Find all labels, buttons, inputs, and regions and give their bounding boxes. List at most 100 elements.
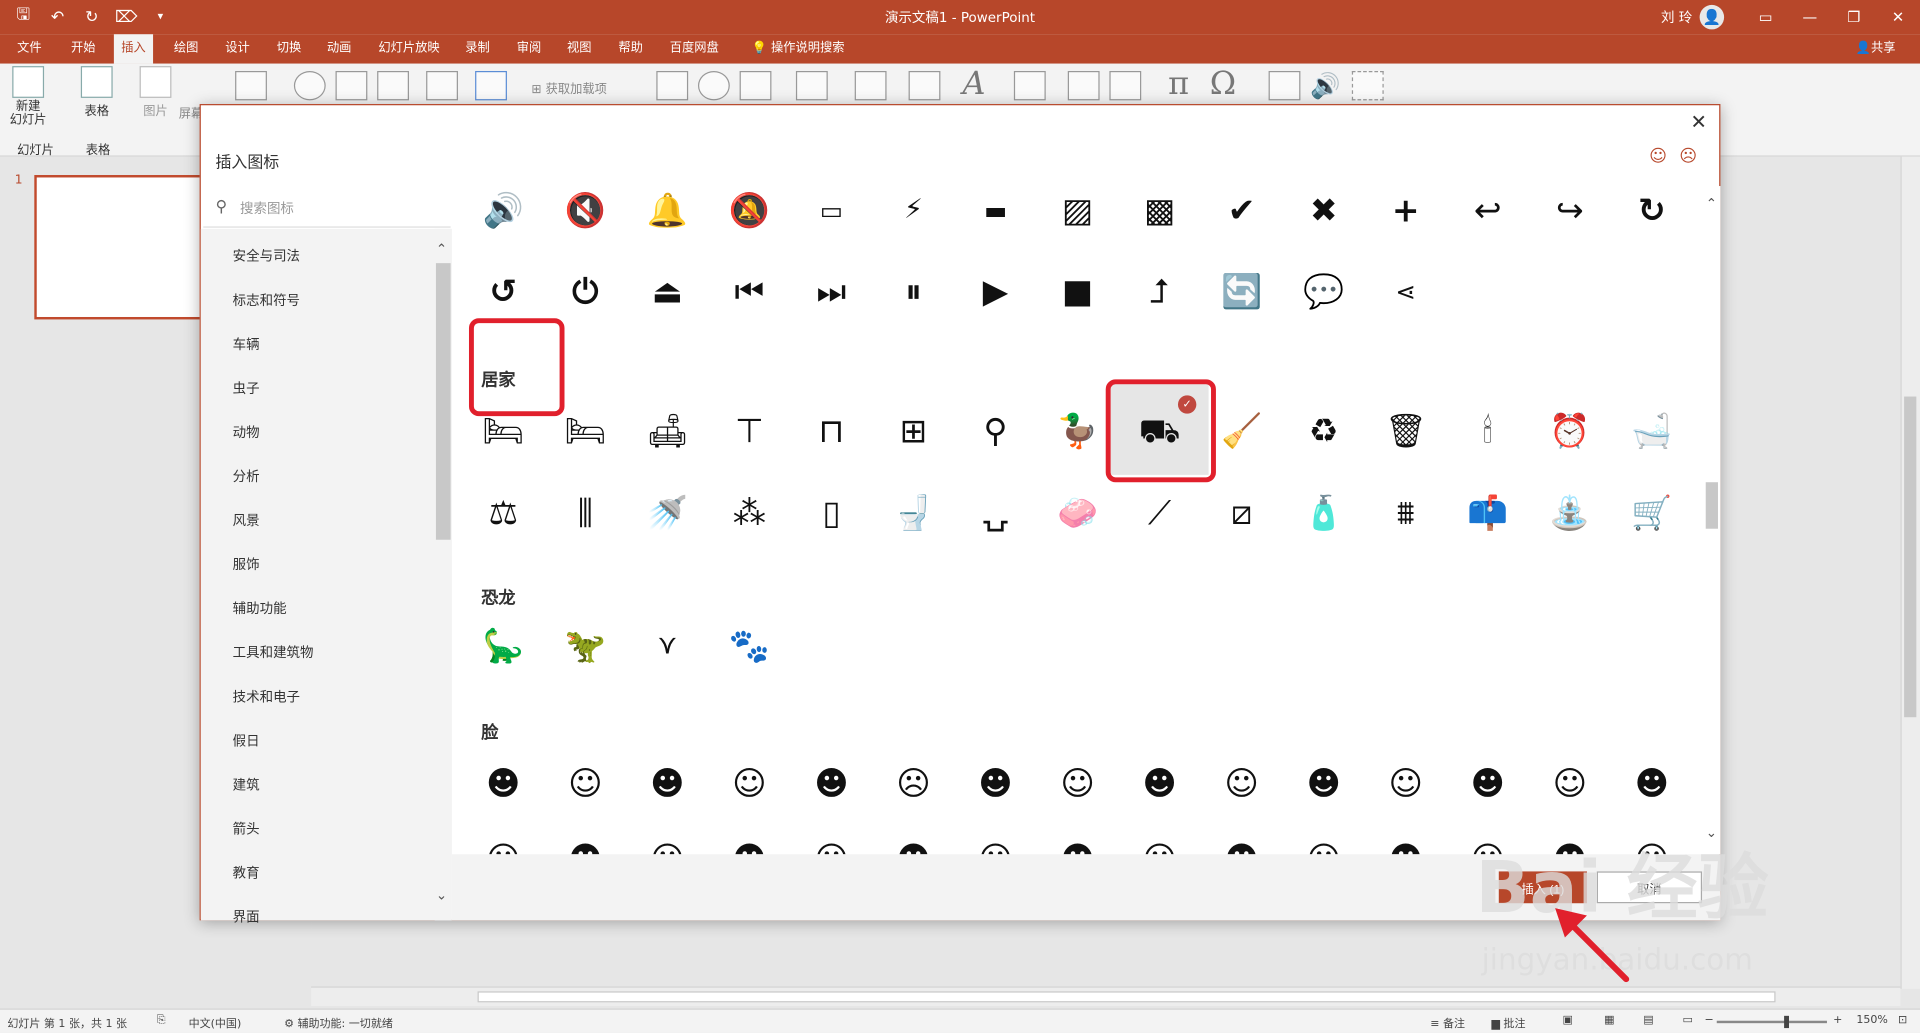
- 3d-models-icon[interactable]: [377, 70, 409, 101]
- user-area[interactable]: 刘 玲 👤: [1661, 4, 1725, 30]
- mailbox-icon[interactable]: 📫: [1463, 488, 1512, 537]
- face-smile-filled-icon[interactable]: ☻: [479, 759, 528, 808]
- battery-charging-icon[interactable]: ⚡: [889, 186, 938, 235]
- share-button[interactable]: 👤共享: [1856, 34, 1896, 63]
- horizontal-scrollbar[interactable]: [311, 986, 1901, 1007]
- skip-forward-icon[interactable]: ⏭: [807, 267, 856, 316]
- bell-off-icon[interactable]: 🔕: [725, 186, 774, 235]
- chevron-up-icon[interactable]: ⌃: [436, 241, 447, 257]
- vertical-scrollbar[interactable]: [1900, 156, 1920, 989]
- category-item[interactable]: 技术和电子: [233, 687, 300, 707]
- icon-gallery-scrollbar-thumb[interactable]: [1705, 482, 1718, 529]
- textbox-icon[interactable]: [854, 70, 887, 101]
- face-neutral-icon[interactable]: ☺: [725, 759, 774, 808]
- face-mustache-filled-icon[interactable]: ☻: [1627, 759, 1676, 808]
- floor-lamp-icon[interactable]: ⊤: [725, 406, 774, 455]
- header-footer-icon[interactable]: [908, 70, 941, 101]
- shapes-icon[interactable]: [293, 70, 326, 101]
- tab-record[interactable]: 录制: [458, 34, 497, 63]
- turn-up-icon[interactable]: ⮥: [1135, 267, 1184, 316]
- sink-icon[interactable]: ⍽: [971, 488, 1020, 537]
- bathtub-icon[interactable]: 🛁: [1627, 406, 1676, 455]
- comb-icon[interactable]: ⫼: [561, 488, 610, 537]
- rattle-icon[interactable]: ⚲: [971, 406, 1020, 455]
- face-tongue-filled-icon[interactable]: ☻: [1299, 759, 1348, 808]
- category-item[interactable]: 风景: [233, 510, 260, 530]
- category-scrollbar-thumb[interactable]: [435, 263, 451, 540]
- face-laugh-icon[interactable]: ☺: [1217, 759, 1266, 808]
- get-addins-button[interactable]: ⊞ 获取加载项: [531, 78, 606, 96]
- rubber-duck-icon[interactable]: 🦆: [1053, 406, 1102, 455]
- symbol-icon[interactable]: Ω: [1210, 66, 1236, 103]
- category-item[interactable]: 标志和符号: [233, 290, 300, 310]
- comment-icon[interactable]: [795, 70, 828, 101]
- tab-home[interactable]: 开始: [64, 34, 103, 63]
- category-item[interactable]: 安全与司法: [233, 246, 300, 266]
- wordart-icon[interactable]: A: [962, 66, 985, 103]
- face-sad-icon[interactable]: ☹: [889, 759, 938, 808]
- tab-insert[interactable]: 插入: [113, 34, 154, 64]
- comments-button[interactable]: ▆ 批注: [1491, 1015, 1525, 1030]
- face-row-partial-icon[interactable]: ☺: [971, 835, 1020, 855]
- eject-icon[interactable]: ⏏: [643, 267, 692, 316]
- tell-me-search[interactable]: 💡 操作说明搜索: [744, 34, 851, 63]
- notes-button[interactable]: ≡ 备注: [1430, 1015, 1465, 1030]
- cross-icon[interactable]: ✖: [1299, 186, 1348, 235]
- trash-can-icon[interactable]: 🗑: [1381, 406, 1430, 455]
- new-slide-button[interactable]: 新建 幻灯片: [10, 66, 47, 127]
- slide-thumbnail[interactable]: [34, 175, 206, 320]
- picture-button[interactable]: 图片: [139, 66, 172, 119]
- rotate-left-icon[interactable]: ↺: [479, 267, 528, 316]
- pictures-icon[interactable]: ▩: [1135, 186, 1184, 235]
- forward-icon[interactable]: ↪: [1545, 186, 1594, 235]
- share-icon[interactable]: ⋖: [1381, 267, 1430, 316]
- scale-icon[interactable]: ⚖: [479, 488, 528, 537]
- slide-sorter-icon[interactable]: ▦: [1604, 1015, 1614, 1027]
- vertical-scrollbar-thumb[interactable]: [1904, 396, 1917, 718]
- candle-icon[interactable]: 🕯: [1463, 406, 1512, 455]
- language-indicator[interactable]: 中文(中国): [189, 1015, 242, 1030]
- chart-icon[interactable]: [475, 70, 507, 101]
- tab-view[interactable]: 视图: [560, 34, 599, 63]
- speaker-icon[interactable]: 🔊: [479, 186, 528, 235]
- toothpaste-icon[interactable]: ⧄: [1217, 488, 1266, 537]
- table-button[interactable]: 表格: [80, 66, 113, 119]
- sofa-icon[interactable]: 🛋: [643, 406, 692, 455]
- fit-slide-icon[interactable]: ⊡: [1898, 1015, 1907, 1027]
- face-row-partial-icon[interactable]: ☻: [889, 835, 938, 855]
- zoom-level[interactable]: 150%: [1856, 1015, 1888, 1027]
- face-wink-filled-icon[interactable]: ☻: [1463, 759, 1512, 808]
- restore-icon[interactable]: ❐: [1832, 0, 1876, 34]
- face-laugh-filled-icon[interactable]: ☻: [1135, 759, 1184, 808]
- category-item[interactable]: 教育: [233, 863, 260, 883]
- tab-baidu-netdisk[interactable]: 百度网盘: [662, 34, 726, 63]
- face-row-partial-icon[interactable]: ☺: [1135, 835, 1184, 855]
- horizontal-scrollbar-thumb[interactable]: [477, 991, 1776, 1003]
- slide-number-icon[interactable]: [1067, 70, 1100, 101]
- category-item[interactable]: 辅助功能: [233, 598, 287, 618]
- zoom-in-icon[interactable]: +: [1833, 1015, 1842, 1027]
- audio-icon[interactable]: 🔊: [1310, 71, 1340, 100]
- category-item[interactable]: 假日: [233, 731, 260, 751]
- zoom-slider-knob[interactable]: [1784, 1015, 1789, 1029]
- battery-full-icon[interactable]: ▬: [971, 186, 1020, 235]
- tab-animations[interactable]: 动画: [320, 34, 359, 63]
- power-icon[interactable]: ⏻: [561, 267, 610, 316]
- face-row-partial-icon[interactable]: ☺: [1299, 835, 1348, 855]
- plus-icon[interactable]: +: [1381, 186, 1430, 235]
- mute-icon[interactable]: 🔇: [561, 186, 610, 235]
- chevron-down-icon[interactable]: ⌄: [436, 887, 447, 903]
- zoom-slider[interactable]: [1716, 1020, 1827, 1024]
- chat-bubble-icon[interactable]: 💬: [1299, 267, 1348, 316]
- bubbles-icon[interactable]: ⁂: [725, 488, 774, 537]
- glue-bottle-icon[interactable]: 🧴: [1299, 488, 1348, 537]
- category-item[interactable]: 箭头: [233, 819, 260, 839]
- picture-icon[interactable]: ▨: [1053, 186, 1102, 235]
- action-icon[interactable]: [739, 70, 772, 101]
- face-tongue-icon[interactable]: ☺: [1381, 759, 1430, 808]
- accessibility-status[interactable]: ⚙ 辅助功能: 一切就绪: [284, 1015, 393, 1030]
- face-row-partial-icon[interactable]: ☻: [1217, 835, 1266, 855]
- shower-icon[interactable]: 🚿: [643, 488, 692, 537]
- category-item[interactable]: 工具和建筑物: [233, 643, 314, 663]
- reply-icon[interactable]: ↩: [1463, 186, 1512, 235]
